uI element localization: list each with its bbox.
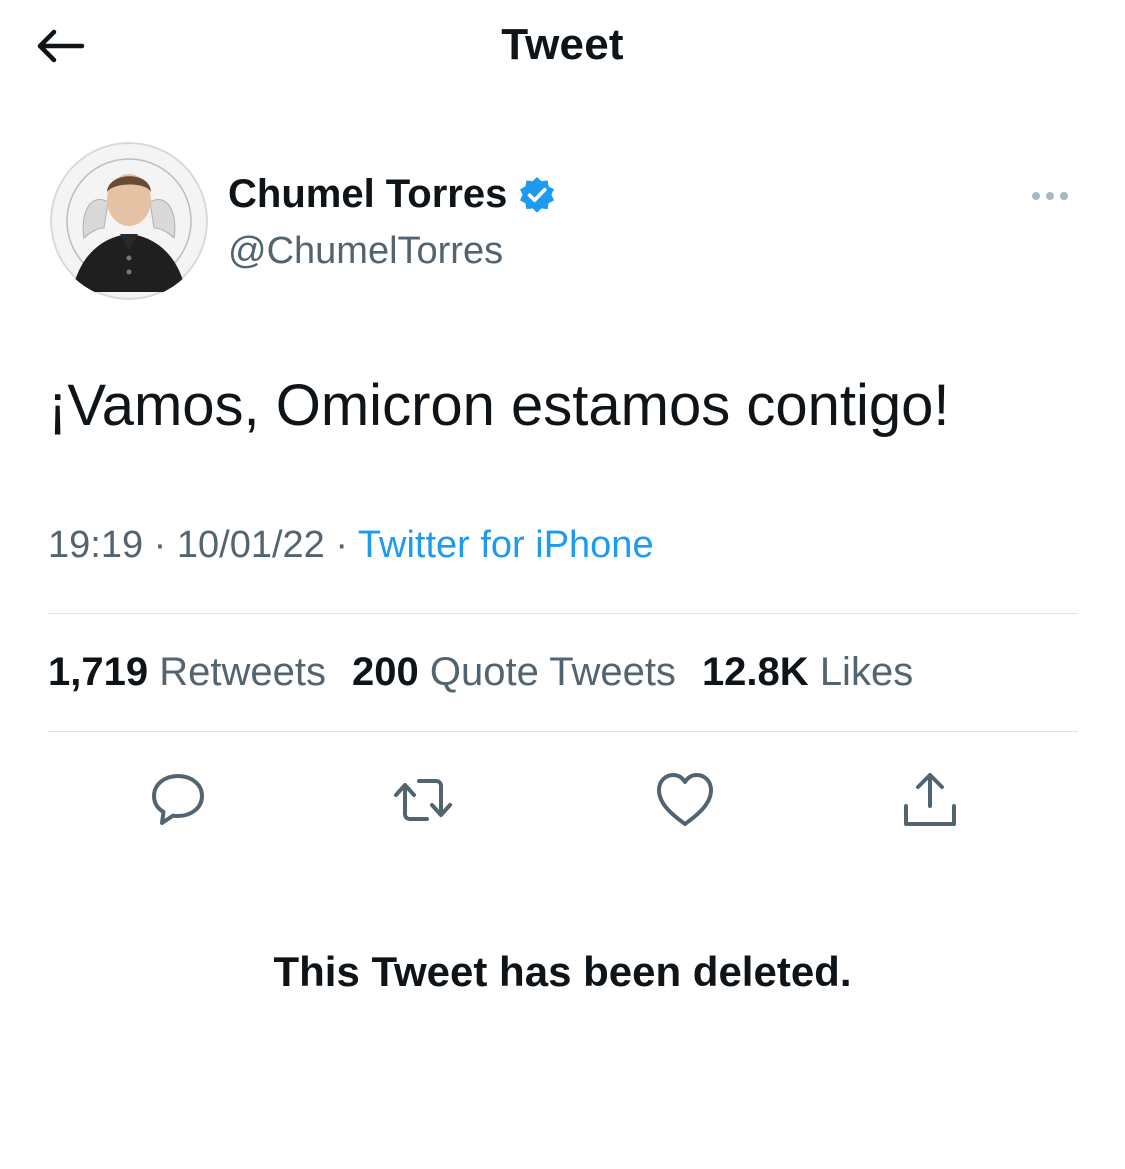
- quote-tweets-count: 200: [351, 650, 419, 694]
- quote-tweets-stat[interactable]: 200 Quote Tweets: [352, 650, 676, 695]
- tweet-date[interactable]: 10/01/22: [177, 524, 325, 566]
- share-button[interactable]: [890, 760, 970, 840]
- likes-count: 12.8K: [701, 650, 809, 694]
- meta-separator: ·: [153, 524, 167, 566]
- like-heart-icon: [657, 773, 713, 826]
- likes-stat[interactable]: 12.8K Likes: [702, 650, 913, 695]
- avatar[interactable]: [50, 142, 208, 300]
- meta-separator: ·: [335, 524, 349, 566]
- divider: [48, 613, 1078, 614]
- share-icon: [904, 773, 956, 826]
- divider: [48, 731, 1078, 732]
- tweet-source-link[interactable]: Twitter for iPhone: [358, 524, 654, 566]
- tweet-text: ¡Vamos, Omicron estamos contigo!: [48, 373, 950, 438]
- retweets-count: 1,719: [48, 650, 149, 694]
- author-display-name[interactable]: Chumel Torres: [228, 172, 557, 217]
- retweet-button[interactable]: [383, 760, 463, 840]
- like-button[interactable]: [645, 760, 725, 840]
- deleted-tweet-notice: This Tweet has been deleted.: [273, 948, 852, 995]
- retweet-icon: [394, 779, 452, 821]
- retweets-label: Retweets: [159, 650, 326, 694]
- tweet-author: Chumel Torres @ChumelTorres: [50, 142, 1080, 302]
- more-dot: [1060, 192, 1068, 200]
- tweet-time[interactable]: 19:19: [48, 524, 143, 566]
- display-name-text: Chumel Torres: [228, 172, 508, 216]
- action-bar: [48, 760, 1078, 840]
- more-dot: [1046, 192, 1054, 200]
- verified-badge-icon: [517, 175, 557, 215]
- engagement-stats: 1,719 Retweets 200 Quote Tweets 12.8K Li…: [48, 650, 913, 695]
- more-options-button[interactable]: [1020, 176, 1080, 216]
- reply-icon: [152, 774, 204, 825]
- retweets-stat[interactable]: 1,719 Retweets: [48, 650, 326, 695]
- quote-tweets-label: Quote Tweets: [429, 650, 676, 694]
- top-bar: Tweet: [0, 0, 1125, 90]
- page-title: Tweet: [501, 20, 624, 69]
- more-dots-icon: [1032, 192, 1040, 200]
- likes-label: Likes: [819, 650, 914, 694]
- tweet-metadata: 19:19 · 10/01/22 · Twitter for iPhone: [48, 524, 654, 567]
- reply-button[interactable]: [138, 760, 218, 840]
- author-handle[interactable]: @ChumelTorres: [228, 230, 503, 273]
